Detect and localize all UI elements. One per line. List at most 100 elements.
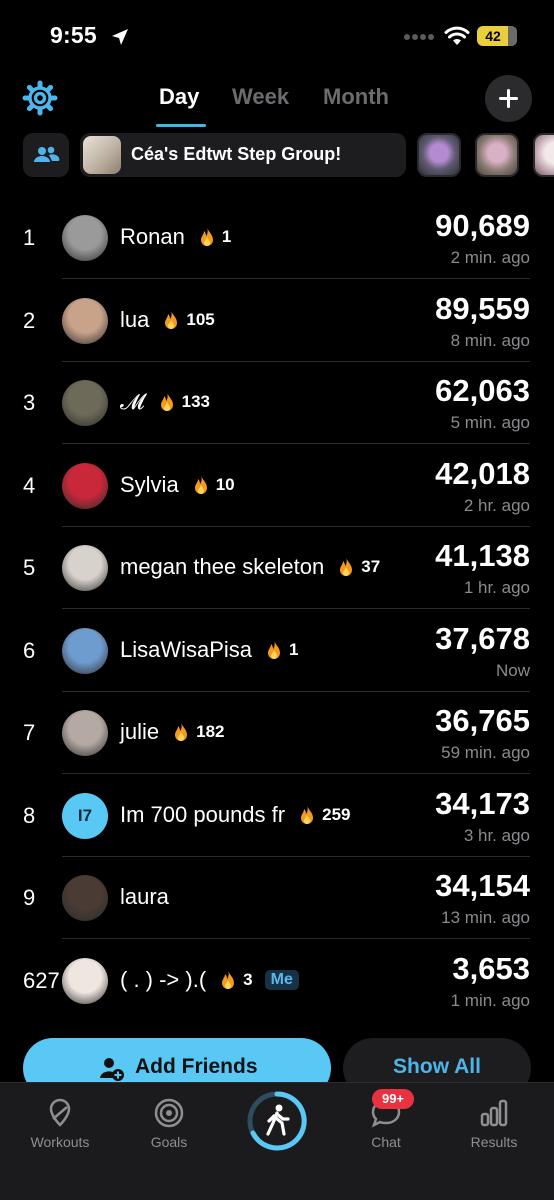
rank-number: 2 <box>23 307 36 333</box>
last-updated: Now <box>495 660 530 680</box>
user-name: ( . ) -> ).( <box>120 966 207 992</box>
user-name: laura <box>120 884 169 909</box>
me-badge: Me <box>264 969 299 990</box>
tab-results[interactable]: Results <box>448 1097 540 1150</box>
battery-level: 42 <box>485 28 501 44</box>
tab-workouts-label: Workouts <box>30 1134 90 1150</box>
group-thumbnail <box>83 136 121 174</box>
tab-results-label: Results <box>470 1134 518 1150</box>
status-time: 9:55 <box>50 22 97 48</box>
user-name: julie <box>120 719 160 744</box>
rank-number: 6 <box>23 637 36 663</box>
walking-icon[interactable] <box>246 1090 308 1152</box>
group-name: Céa's Edtwt Step Group! <box>131 144 342 164</box>
streak-count: 3 <box>243 969 253 989</box>
avatar[interactable] <box>62 380 108 426</box>
user-name: megan thee skeleton <box>120 554 325 579</box>
avatar[interactable] <box>62 545 108 591</box>
avatar-initials: I7 <box>77 805 93 825</box>
user-name: LisaWisaPisa <box>120 636 253 662</box>
group-thumbnail-4[interactable] <box>533 133 554 177</box>
step-count: 42,018 <box>435 455 530 491</box>
leaderboard-row[interactable]: 6 LisaWisaPisa 1 37,678 Now <box>0 610 554 692</box>
wifi-icon <box>444 26 470 45</box>
leaderboard-row[interactable]: 3 𝓜 133 62,063 5 min. ago <box>0 362 554 444</box>
tab-day[interactable]: Day <box>159 84 199 110</box>
leaderboard-row[interactable]: 2 lua 105 89,559 8 min. ago <box>0 280 554 362</box>
flame-icon <box>265 639 283 661</box>
step-count: 62,063 <box>435 373 530 408</box>
group-thumbnail-2[interactable] <box>417 133 461 177</box>
leaderboard-row[interactable]: 627 ( . ) -> ).(3 Me 3,653 1 min. ago <box>0 940 554 1022</box>
rank-number: 3 <box>23 390 36 415</box>
avatar[interactable] <box>62 215 108 261</box>
group-thumbnail-3[interactable] <box>475 133 519 177</box>
step-count: 34,154 <box>435 868 530 903</box>
show-all-label: Show All <box>393 1055 481 1078</box>
battery-icon: 42 <box>477 26 517 46</box>
last-updated: 3 hr. ago <box>463 825 530 845</box>
flame-icon <box>192 474 210 496</box>
gear-icon[interactable] <box>22 80 58 116</box>
battery-empty-segment <box>508 26 517 46</box>
leaderboard-row[interactable]: 8 I7 Im 700 pounds fr 259 34,173 3 hr. ago <box>0 775 554 857</box>
rank-number: 627 <box>23 967 60 993</box>
streak-count: 259 <box>322 804 351 824</box>
step-count: 90,689 <box>435 208 530 243</box>
group-selector[interactable]: Céa's Edtwt Step Group! <box>80 133 406 177</box>
step-count: 3,653 <box>452 950 530 986</box>
cellular-signal-icon <box>404 34 434 40</box>
leaderboard-row[interactable]: 4 Sylvia 10 42,018 2 hr. ago <box>0 445 554 527</box>
add-person-icon <box>100 1058 124 1081</box>
step-count: 41,138 <box>435 538 530 573</box>
flame-icon <box>298 804 316 826</box>
streak-count: 37 <box>361 557 381 576</box>
friends-filter-button[interactable] <box>23 133 69 177</box>
tab-workouts[interactable]: Workouts <box>14 1097 106 1150</box>
status-bar: 9:55 42 <box>0 0 554 74</box>
tab-chat-label: Chat <box>371 1134 401 1150</box>
step-count: 36,765 <box>435 703 530 738</box>
last-updated: 2 min. ago <box>450 248 530 267</box>
step-count: 37,678 <box>435 620 530 656</box>
avatar[interactable] <box>62 297 108 344</box>
leaderboard-row[interactable]: 1 Ronan 1 90,689 2 min. ago <box>0 197 554 279</box>
tab-goals[interactable]: Goals <box>123 1097 215 1150</box>
avatar[interactable] <box>62 462 108 509</box>
active-tab-indicator <box>156 124 206 127</box>
last-updated: 8 min. ago <box>450 330 530 350</box>
user-name: Im 700 pounds fr <box>120 801 286 827</box>
leaderboard-row[interactable]: 9 laura 34,154 13 min. ago <box>0 857 554 939</box>
map-pin-icon <box>49 1098 71 1127</box>
leaderboard-row[interactable]: 5 megan thee skeleton 37 41,138 1 hr. ago <box>0 527 554 609</box>
last-updated: 5 min. ago <box>450 413 530 432</box>
flame-icon <box>158 391 176 413</box>
avatar[interactable]: I7 <box>62 792 108 839</box>
last-updated: 13 min. ago <box>441 908 530 927</box>
leaderboard-row[interactable]: 7 julie 182 36,765 59 min. ago <box>0 692 554 774</box>
add-button[interactable] <box>485 75 532 122</box>
avatar[interactable] <box>62 875 108 921</box>
rank-number: 5 <box>23 555 36 580</box>
user-name: 𝓜 <box>120 389 145 414</box>
step-count: 89,559 <box>435 290 530 326</box>
tab-week[interactable]: Week <box>232 84 289 110</box>
tab-month[interactable]: Month <box>323 84 389 110</box>
avatar[interactable] <box>62 957 108 1004</box>
avatar[interactable] <box>62 710 108 756</box>
rank-number: 8 <box>23 802 36 828</box>
avatar[interactable] <box>62 627 108 674</box>
streak-count: 182 <box>196 722 225 741</box>
streak-count: 10 <box>215 474 235 494</box>
target-icon <box>154 1098 184 1128</box>
streak-count: 1 <box>221 227 232 246</box>
chat-unread-badge: 99+ <box>372 1089 414 1109</box>
user-name: Ronan <box>120 224 185 249</box>
flame-icon <box>219 969 237 991</box>
add-friends-label: Add Friends <box>135 1055 258 1078</box>
rank-number: 1 <box>23 225 36 250</box>
last-updated: 2 hr. ago <box>463 495 530 515</box>
last-updated: 59 min. ago <box>441 743 530 762</box>
tab-goals-label: Goals <box>150 1134 188 1150</box>
rank-number: 9 <box>23 885 36 910</box>
